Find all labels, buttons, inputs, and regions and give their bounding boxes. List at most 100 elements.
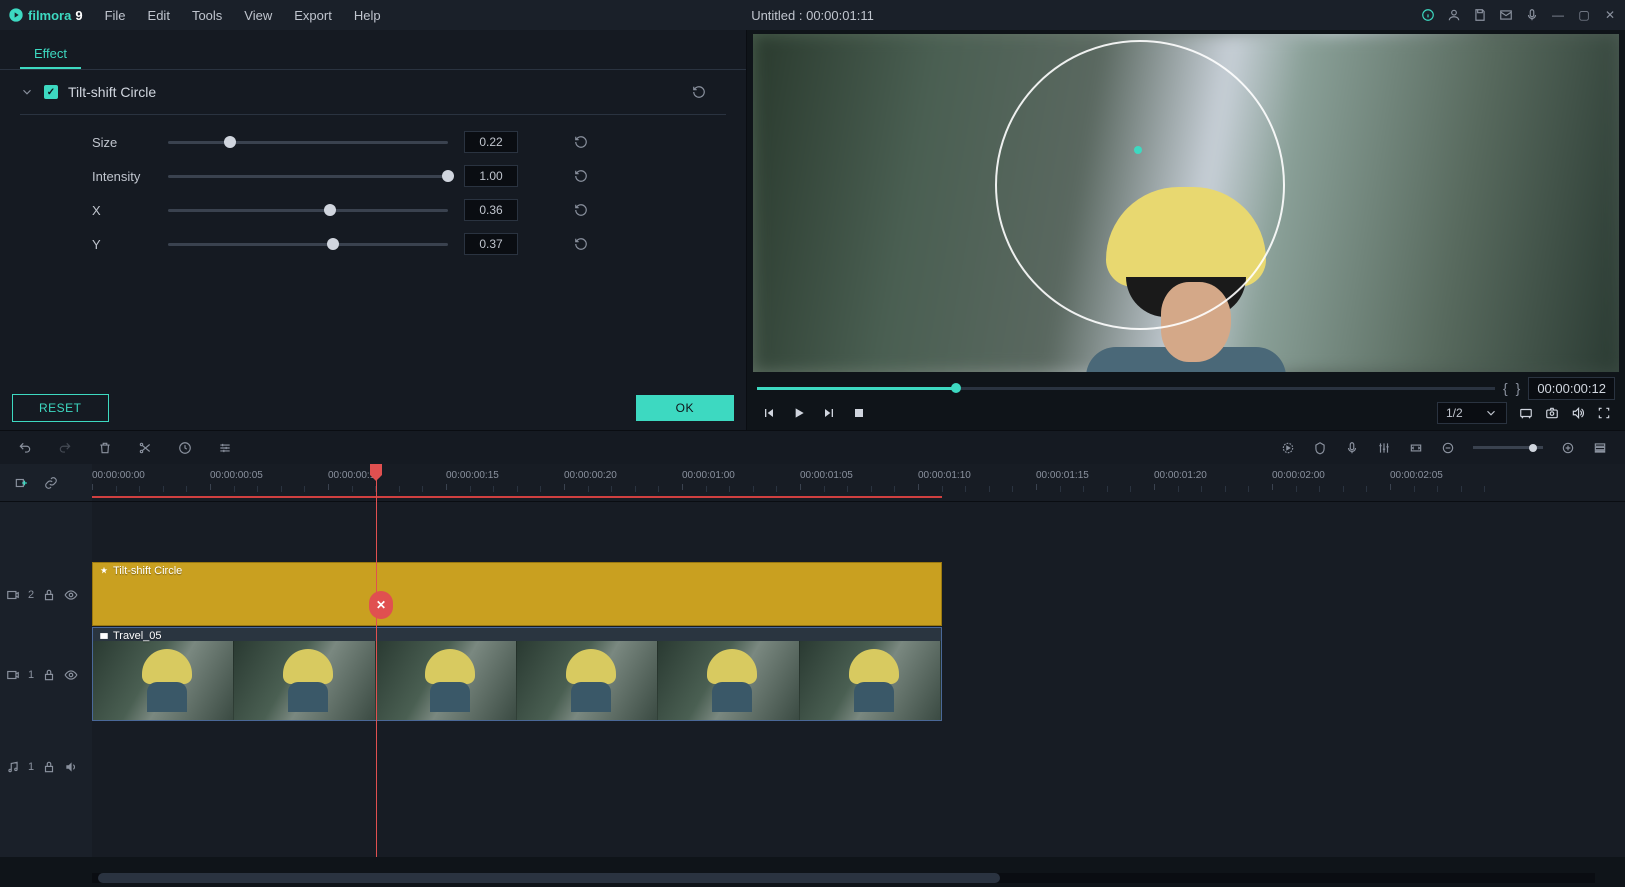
timeline-toolbar (0, 430, 1625, 464)
preview-video[interactable] (753, 34, 1619, 372)
lock-icon[interactable] (42, 668, 56, 682)
preview-zoom-select[interactable]: 1/2 (1437, 402, 1507, 424)
ok-button[interactable]: OK (636, 395, 734, 421)
quality-icon[interactable] (1519, 406, 1533, 420)
delete-icon[interactable] (98, 441, 112, 455)
slider-reset-icon[interactable] (574, 237, 588, 251)
slider-thumb[interactable] (224, 136, 236, 148)
reset-all-icon[interactable] (692, 85, 706, 99)
slider-track[interactable] (168, 141, 448, 144)
slider-track[interactable] (168, 209, 448, 212)
preview-scrub-bar: { } 00:00:00:12 (753, 378, 1619, 398)
user-icon[interactable] (1447, 8, 1461, 22)
track-header-top (0, 464, 92, 502)
lock-icon[interactable] (42, 588, 56, 602)
play-icon[interactable] (791, 405, 807, 421)
circle-center-handle[interactable] (1134, 146, 1142, 154)
voiceover-icon[interactable] (1345, 441, 1359, 455)
fullscreen-icon[interactable] (1597, 406, 1611, 420)
scrub-thumb[interactable] (951, 383, 961, 393)
zoom-fit-icon[interactable] (1409, 441, 1423, 455)
manage-tracks-icon[interactable] (1593, 441, 1607, 455)
track-number: 1 (28, 669, 34, 681)
slider-label: X (92, 203, 152, 218)
slider-value-input[interactable]: 1.00 (464, 165, 518, 187)
app-logo: filmora9 (8, 7, 83, 23)
mark-out-icon[interactable]: } (1516, 380, 1521, 396)
tilt-shift-circle[interactable] (995, 40, 1285, 330)
playhead[interactable] (376, 464, 377, 857)
mic-icon[interactable] (1525, 8, 1539, 22)
slider-reset-icon[interactable] (574, 203, 588, 217)
timeline-body[interactable]: 00:00:00:0000:00:00:0500:00:00:1000:00:0… (92, 464, 1625, 857)
menu-edit[interactable]: Edit (138, 4, 180, 27)
timeline-h-scrollbar[interactable] (92, 873, 1595, 883)
effect-clip[interactable]: Tilt-shift Circle ✕ (92, 562, 942, 626)
slider-reset-icon[interactable] (574, 135, 588, 149)
info-icon[interactable] (1421, 8, 1435, 22)
eye-icon[interactable] (64, 668, 78, 682)
render-icon[interactable] (1281, 441, 1295, 455)
menu-tools[interactable]: Tools (182, 4, 232, 27)
chevron-down-icon[interactable] (20, 85, 34, 99)
speaker-icon[interactable] (64, 760, 78, 774)
snapshot-icon[interactable] (1545, 406, 1559, 420)
maximize-button[interactable]: ▢ (1577, 8, 1591, 22)
slider-reset-icon[interactable] (574, 169, 588, 183)
zoom-out-icon[interactable] (1441, 441, 1455, 455)
slider-track[interactable] (168, 243, 448, 246)
timeline-ruler[interactable]: 00:00:00:0000:00:00:0500:00:00:1000:00:0… (92, 464, 1625, 502)
effect-title: Tilt-shift Circle (68, 84, 156, 100)
next-frame-icon[interactable] (821, 405, 837, 421)
undo-icon[interactable] (18, 441, 32, 455)
link-icon[interactable] (44, 476, 58, 490)
speed-icon[interactable] (178, 441, 192, 455)
timeline-zoom-slider[interactable] (1473, 446, 1543, 449)
adjust-icon[interactable] (218, 441, 232, 455)
save-icon[interactable] (1473, 8, 1487, 22)
effect-footer: RESET OK (0, 386, 746, 430)
slider-thumb[interactable] (327, 238, 339, 250)
slider-value-input[interactable]: 0.37 (464, 233, 518, 255)
menu-file[interactable]: File (95, 4, 136, 27)
slider-value-input[interactable]: 0.36 (464, 199, 518, 221)
slider-thumb[interactable] (442, 170, 454, 182)
eye-icon[interactable] (64, 588, 78, 602)
mark-in-icon[interactable]: { (1503, 380, 1508, 396)
clip-marker-icon[interactable]: ✕ (369, 591, 393, 619)
mixer-icon[interactable] (1377, 441, 1391, 455)
close-button[interactable]: ✕ (1603, 8, 1617, 22)
menu-view[interactable]: View (234, 4, 282, 27)
menu-help[interactable]: Help (344, 4, 391, 27)
stop-icon[interactable] (851, 405, 867, 421)
marker-icon[interactable] (1313, 441, 1327, 455)
redo-icon[interactable] (58, 441, 72, 455)
split-icon[interactable] (138, 441, 152, 455)
effect-clip-label: Tilt-shift Circle (99, 565, 182, 577)
slider-value-input[interactable]: 0.22 (464, 131, 518, 153)
zoom-in-icon[interactable] (1561, 441, 1575, 455)
video-track-icon (6, 668, 20, 682)
volume-icon[interactable] (1571, 406, 1585, 420)
logo-suffix: 9 (75, 8, 82, 23)
add-track-icon[interactable] (14, 476, 28, 490)
video-clip-label: Travel_05 (99, 630, 162, 642)
scrub-track[interactable] (757, 387, 1495, 390)
slider-track[interactable] (168, 175, 448, 178)
mail-icon[interactable] (1499, 8, 1513, 22)
ruler-tick: 00:00:00:05 (210, 470, 263, 481)
divider (20, 114, 726, 115)
minimize-button[interactable]: — (1551, 8, 1565, 22)
menu-export[interactable]: Export (284, 4, 342, 27)
prev-frame-icon[interactable] (761, 405, 777, 421)
reset-button[interactable]: RESET (12, 394, 109, 422)
effect-enable-checkbox[interactable] (44, 85, 58, 99)
ruler-tick: 00:00:02:05 (1390, 470, 1443, 481)
tab-effect[interactable]: Effect (20, 40, 81, 69)
slider-thumb[interactable] (324, 204, 336, 216)
preview-timecode[interactable]: 00:00:00:12 (1528, 377, 1615, 400)
work-area-range[interactable] (92, 496, 942, 498)
track-header-2: 2 (0, 562, 92, 627)
lock-icon[interactable] (42, 760, 56, 774)
video-clip[interactable]: Travel_05 (92, 627, 942, 721)
